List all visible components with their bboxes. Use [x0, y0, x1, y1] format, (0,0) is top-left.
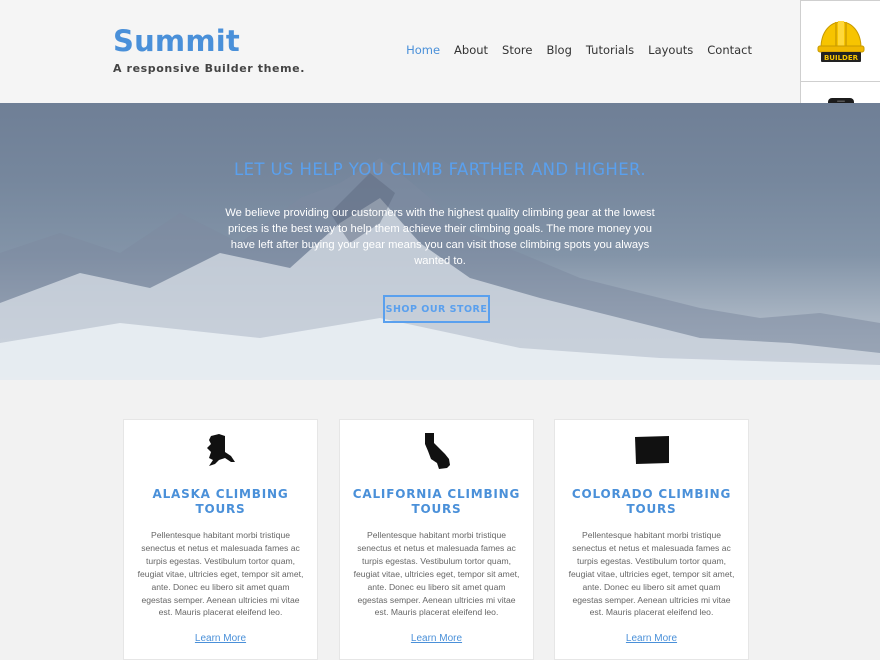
nav-item-blog[interactable]: Blog	[546, 43, 571, 57]
site-header: Summit A responsive Builder theme. Home …	[0, 0, 880, 103]
nav-item-store[interactable]: Store	[502, 43, 532, 57]
nav-item-layouts[interactable]: Layouts	[648, 43, 693, 57]
builder-button[interactable]: BUILDER	[801, 1, 880, 81]
card-title: CALIFORNIA CLIMBING TOURS	[352, 487, 521, 516]
svg-text:BUILDER: BUILDER	[823, 54, 858, 62]
tour-card-california: CALIFORNIA CLIMBING TOURS Pellentesque h…	[339, 419, 534, 660]
colorado-state-icon	[634, 436, 669, 464]
alaska-state-icon	[206, 434, 235, 466]
card-title: ALASKA CLIMBING TOURS	[152, 487, 289, 516]
builder-helmet-icon: BUILDER	[817, 21, 864, 62]
hero-banner: LET US HELP YOU CLIMB FARTHER AND HIGHER…	[0, 103, 880, 380]
card-text: Pellentesque habitant morbi tristique se…	[568, 530, 735, 618]
learn-more-link[interactable]: Learn More	[124, 633, 317, 644]
nav-item-home[interactable]: Home	[406, 43, 440, 57]
tour-card-colorado: COLORADO CLIMBING TOURS Pellentesque hab…	[554, 419, 749, 660]
hero-description: We believe providing our customers with …	[225, 207, 655, 267]
card-text: Pellentesque habitant morbi tristique se…	[353, 530, 520, 618]
card-text: Pellentesque habitant morbi tristique se…	[137, 530, 304, 618]
shop-store-button[interactable]: SHOP OUR STORE	[383, 295, 490, 323]
nav-item-contact[interactable]: Contact	[707, 43, 752, 57]
nav-item-tutorials[interactable]: Tutorials	[586, 43, 634, 57]
hero-title: LET US HELP YOU CLIMB FARTHER AND HIGHER…	[234, 160, 646, 179]
learn-more-link[interactable]: Learn More	[555, 633, 748, 644]
california-state-icon	[424, 433, 450, 469]
site-logo[interactable]: Summit	[113, 24, 240, 58]
card-title: COLORADO CLIMBING TOURS	[571, 487, 732, 516]
learn-more-link[interactable]: Learn More	[340, 633, 533, 644]
nav-item-about[interactable]: About	[454, 43, 488, 57]
tour-card-alaska: ALASKA CLIMBING TOURS Pellentesque habit…	[123, 419, 318, 660]
site-tagline: A responsive Builder theme.	[113, 62, 306, 75]
main-nav: Home About Store Blog Tutorials Layouts …	[392, 43, 752, 57]
